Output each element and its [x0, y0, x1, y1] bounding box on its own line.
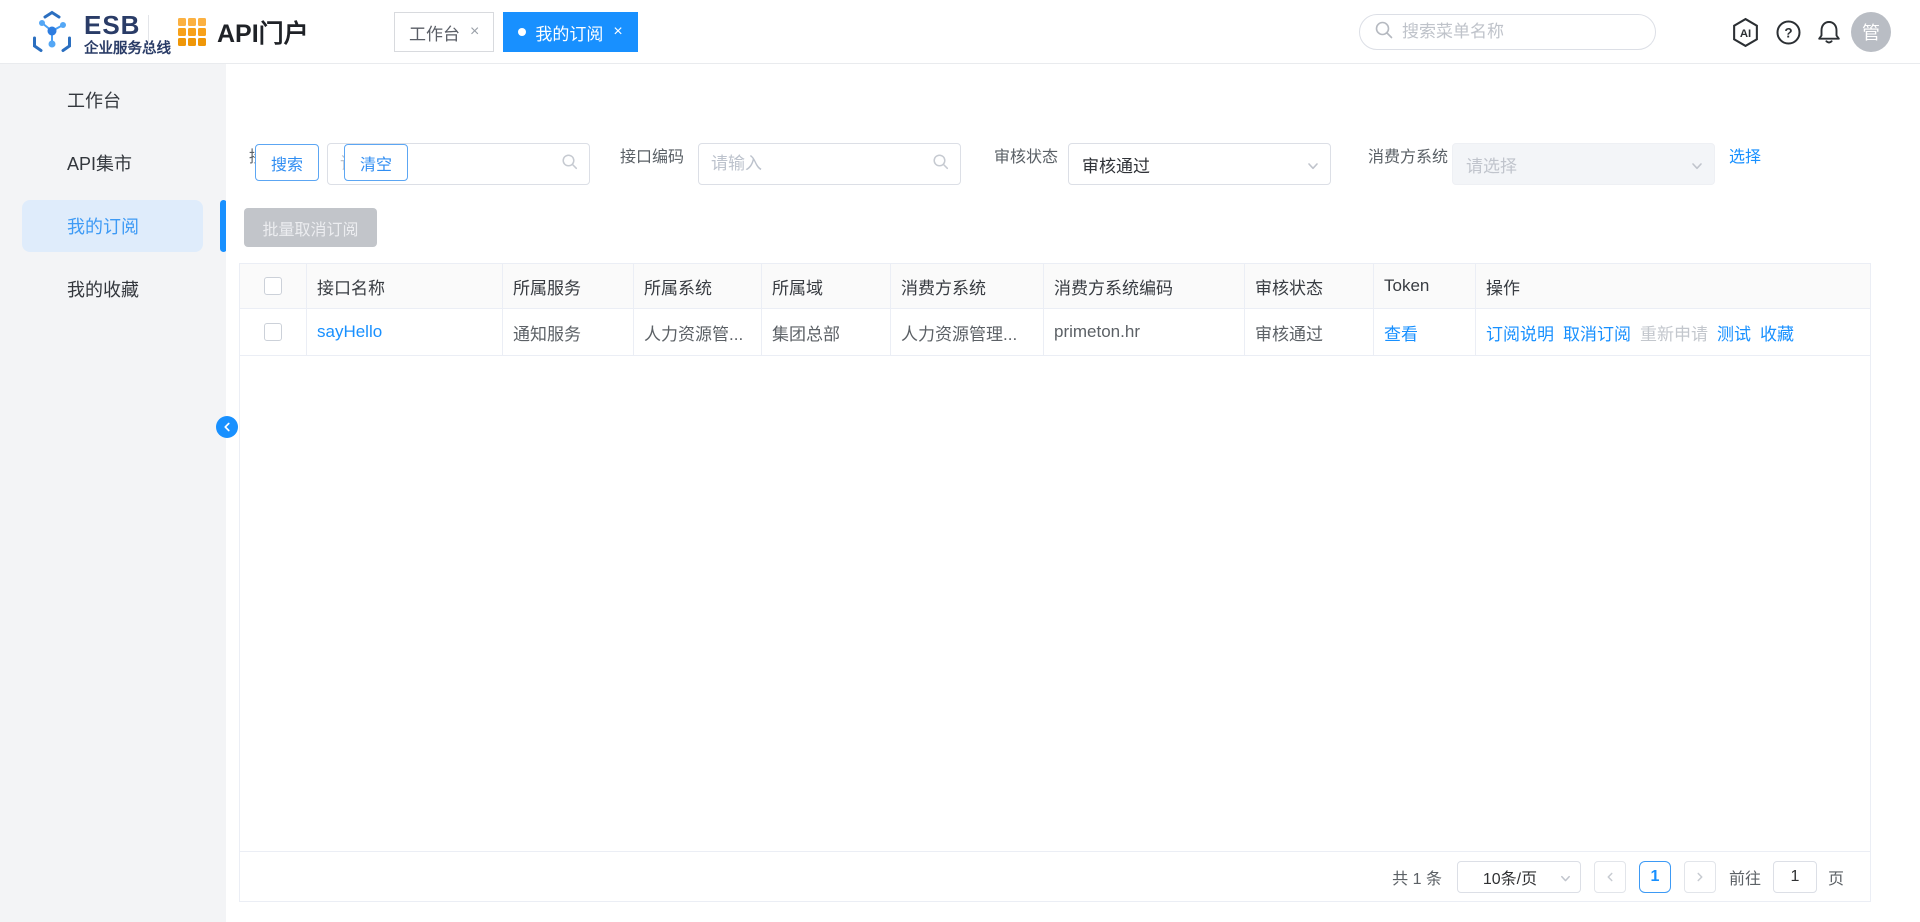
- chevron-down-icon: [1690, 158, 1704, 178]
- col-domain: 所属域: [762, 264, 891, 308]
- menu-search[interactable]: [1359, 14, 1656, 50]
- esb-logo-title: ESB: [84, 10, 141, 41]
- active-tab-dot-icon: [518, 28, 527, 36]
- tab-close-icon[interactable]: ×: [470, 23, 479, 41]
- goto-label: 前往: [1728, 870, 1761, 888]
- sidebar-collapse-button[interactable]: [216, 416, 238, 438]
- col-token: Token: [1374, 264, 1476, 308]
- interface-code-input[interactable]: [711, 154, 932, 174]
- cell-audit-status: 审核通过: [1245, 309, 1374, 355]
- audit-status-label: 审核状态: [994, 149, 1059, 166]
- api-grid-icon: [178, 18, 206, 46]
- sidebar-item-workbench[interactable]: 工作台: [22, 74, 203, 126]
- tab-workbench[interactable]: 工作台 ×: [394, 12, 495, 52]
- col-actions: 操作: [1486, 278, 1520, 298]
- input-search-icon: [932, 153, 950, 176]
- row-checkbox[interactable]: [264, 323, 282, 341]
- consumer-system-select: 请选择: [1452, 143, 1715, 185]
- clear-button[interactable]: 清空: [344, 144, 408, 181]
- col-system: 所属系统: [634, 264, 762, 308]
- col-service: 所属服务: [503, 264, 634, 308]
- sidebar-item-api-market[interactable]: API集市: [22, 137, 203, 189]
- chevron-left-icon: [224, 422, 230, 432]
- portal-title: API门户: [217, 20, 309, 48]
- chevron-left-icon: [1607, 872, 1613, 881]
- col-consumer-code: 消费方系统编码: [1044, 264, 1245, 308]
- token-view-link[interactable]: 查看: [1384, 320, 1418, 345]
- cell-domain: 集团总部: [762, 309, 891, 355]
- tab-close-icon[interactable]: ×: [613, 23, 622, 41]
- tab-my-subscriptions-label: 我的订阅: [535, 24, 604, 44]
- action-cancel-subscription[interactable]: 取消订阅: [1563, 320, 1631, 345]
- select-all-checkbox[interactable]: [264, 277, 282, 295]
- col-consumer-system: 消费方系统: [891, 264, 1044, 308]
- choose-consumer-link[interactable]: 选择: [1729, 143, 1761, 167]
- cell-consumer-system: 人力资源管理...: [891, 309, 1044, 355]
- prev-page-button: [1593, 860, 1626, 893]
- page-size-select[interactable]: 10条/页: [1456, 860, 1581, 893]
- svg-text:AI: AI: [1740, 28, 1751, 40]
- consumer-system-label: 消费方系统: [1368, 149, 1449, 166]
- logo-divider: [148, 15, 149, 49]
- header-icon-group: AI ? 管: [1730, 0, 1891, 64]
- help-icon[interactable]: ?: [1776, 20, 1801, 45]
- esb-logo-subtitle: 企业服务总线: [84, 40, 171, 57]
- page-size-value: 10条/页: [1482, 870, 1538, 888]
- chevron-down-icon: [1306, 158, 1320, 178]
- search-icon: [1374, 20, 1394, 45]
- batch-cancel-button: 批量取消订阅: [244, 208, 377, 247]
- action-favorite[interactable]: 收藏: [1760, 320, 1794, 345]
- pagination-total: 共 1 条: [1392, 870, 1442, 888]
- consumer-system-placeholder: 请选择: [1466, 156, 1517, 176]
- app-header: ESB 企业服务总线 API门户 工作台 × 我的订阅 × 搜索菜单名称 AI …: [0, 0, 1920, 64]
- notifications-bell-icon[interactable]: [1816, 19, 1842, 45]
- sidebar-item-my-favorites[interactable]: 我的收藏: [22, 263, 203, 315]
- chevron-down-icon: [1559, 872, 1572, 890]
- tab-my-subscriptions[interactable]: 我的订阅 ×: [503, 12, 638, 52]
- esb-network-icon: [30, 10, 74, 59]
- svg-text:?: ?: [1784, 25, 1792, 40]
- cell-consumer-code: primeton.hr: [1044, 309, 1245, 355]
- action-reapply: 重新申请: [1640, 324, 1708, 344]
- cell-service: 通知服务: [503, 309, 634, 355]
- interface-name-link[interactable]: sayHello: [317, 322, 382, 342]
- sidebar-item-my-subscriptions[interactable]: 我的订阅: [22, 200, 203, 252]
- search-button[interactable]: 搜索: [255, 144, 319, 181]
- pagination-bar: 共 1 条 10条/页 1 前往 1 页: [240, 851, 1870, 901]
- action-subscription-info[interactable]: 订阅说明: [1486, 320, 1554, 345]
- table-header-row: 接口名称 所属服务 所属系统 所属域 消费方系统 消费方系统编码 审核状态 To…: [240, 263, 1870, 309]
- current-page-button[interactable]: 1: [1638, 860, 1671, 893]
- col-audit-status: 审核状态: [1245, 264, 1374, 308]
- interface-code-label: 接口编码: [620, 149, 685, 166]
- cell-actions: 订阅说明 取消订阅 重新申请 测试 收藏: [1476, 309, 1870, 355]
- chevron-right-icon: [1697, 872, 1703, 881]
- next-page-button: [1683, 860, 1716, 893]
- user-avatar[interactable]: 管: [1851, 12, 1891, 52]
- menu-search-input[interactable]: [1402, 22, 1641, 42]
- esb-logo: ESB 企业服务总线: [30, 10, 171, 59]
- main-content: 接口名称 接口编码 审核状态 审核通过 消费方系统 请选择: [226, 64, 1920, 922]
- goto-page-input[interactable]: [1772, 860, 1817, 893]
- subscriptions-table: 接口名称 所属服务 所属系统 所属域 消费方系统 消费方系统编码 审核状态 To…: [239, 263, 1871, 902]
- input-search-icon: [561, 153, 579, 176]
- portal-logo: API门户: [178, 14, 309, 50]
- action-test[interactable]: 测试: [1717, 320, 1751, 345]
- sidebar-nav: 工作台 API集市 我的订阅 我的收藏: [0, 64, 226, 922]
- ai-assistant-icon[interactable]: AI: [1730, 17, 1761, 48]
- tab-workbench-label: 工作台: [409, 24, 460, 44]
- open-tabs: 工作台 × 我的订阅 ×: [394, 12, 638, 52]
- col-interface-name: 接口名称: [307, 264, 503, 308]
- audit-status-value: 审核通过: [1082, 156, 1150, 176]
- table-row: sayHello 通知服务 人力资源管... 集团总部 人力资源管理... pr…: [240, 309, 1870, 356]
- interface-code-field[interactable]: [698, 143, 961, 185]
- audit-status-select[interactable]: 审核通过: [1068, 143, 1331, 185]
- table-empty-area: [240, 356, 1870, 851]
- cell-system: 人力资源管...: [634, 309, 762, 355]
- page-unit-label: 页: [1827, 870, 1844, 888]
